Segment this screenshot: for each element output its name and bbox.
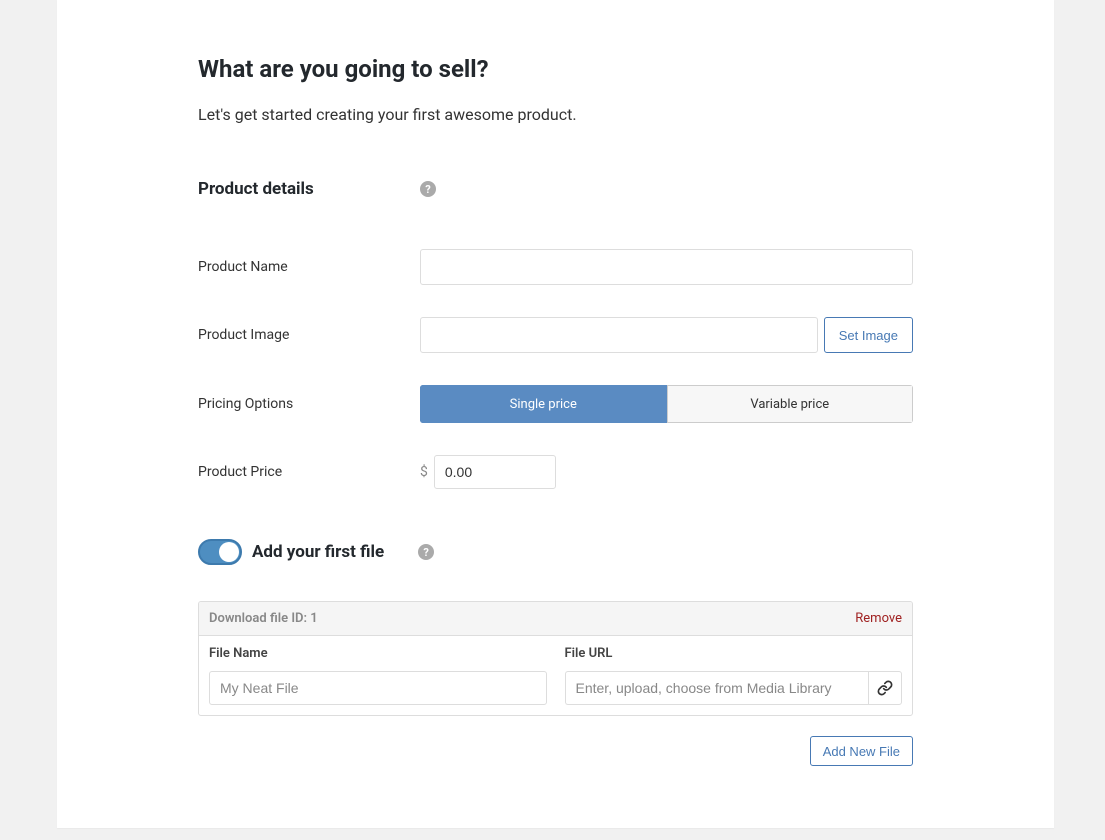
file-box-header: Download file ID: 1 Remove: [199, 602, 912, 636]
product-image-wrap: Set Image: [420, 317, 913, 353]
page-subtitle: Let's get started creating your first aw…: [198, 105, 913, 124]
add-file-toggle[interactable]: [198, 539, 242, 565]
page-title: What are you going to sell?: [198, 55, 913, 83]
file-name-label: File Name: [209, 646, 547, 661]
file-box-body: File Name File URL: [199, 636, 912, 715]
add-file-row: Add New File: [198, 736, 913, 766]
file-section-header: Add your first file ?: [198, 539, 913, 565]
product-details-header: Product details ?: [198, 179, 913, 199]
currency-symbol: $: [420, 464, 428, 480]
set-image-button[interactable]: Set Image: [824, 317, 913, 353]
link-icon: [877, 680, 893, 696]
product-image-label: Product Image: [198, 327, 420, 343]
file-url-col: File URL: [565, 646, 903, 705]
product-name-input[interactable]: [420, 249, 913, 285]
single-price-option[interactable]: Single price: [420, 385, 667, 423]
product-image-input[interactable]: [420, 317, 818, 353]
file-section: Add your first file ? Download file ID: …: [198, 539, 913, 766]
file-url-label: File URL: [565, 646, 903, 661]
product-name-wrap: [420, 249, 913, 285]
pricing-options-row: Pricing Options Single price Variable pr…: [198, 385, 913, 423]
product-price-input[interactable]: [434, 455, 556, 489]
toggle-knob: [219, 542, 239, 562]
add-new-file-button[interactable]: Add New File: [810, 736, 913, 766]
product-name-label: Product Name: [198, 259, 420, 275]
pricing-toggle: Single price Variable price: [420, 385, 913, 423]
help-icon[interactable]: ?: [420, 181, 436, 197]
product-price-label: Product Price: [198, 464, 420, 480]
file-id-label: Download file ID: 1: [209, 611, 318, 626]
file-url-wrap: [565, 671, 903, 705]
product-price-row: Product Price $: [198, 455, 913, 489]
product-image-row: Product Image Set Image: [198, 317, 913, 353]
content-wrapper: What are you going to sell? Let's get st…: [57, 0, 1054, 806]
help-icon[interactable]: ?: [418, 544, 434, 560]
file-url-input[interactable]: [565, 671, 869, 705]
product-create-card: What are you going to sell? Let's get st…: [57, 0, 1054, 828]
product-price-wrap: $: [420, 455, 913, 489]
pricing-options-wrap: Single price Variable price: [420, 385, 913, 423]
pricing-options-label: Pricing Options: [198, 396, 420, 412]
file-url-picker-button[interactable]: [868, 671, 902, 705]
remove-file-link[interactable]: Remove: [855, 611, 902, 626]
product-details-title: Product details: [198, 179, 420, 199]
file-box: Download file ID: 1 Remove File Name Fil…: [198, 601, 913, 716]
product-name-row: Product Name: [198, 249, 913, 285]
add-file-title: Add your first file: [252, 542, 384, 562]
file-name-col: File Name: [209, 646, 547, 705]
variable-price-option[interactable]: Variable price: [667, 385, 914, 423]
file-name-input[interactable]: [209, 671, 547, 705]
